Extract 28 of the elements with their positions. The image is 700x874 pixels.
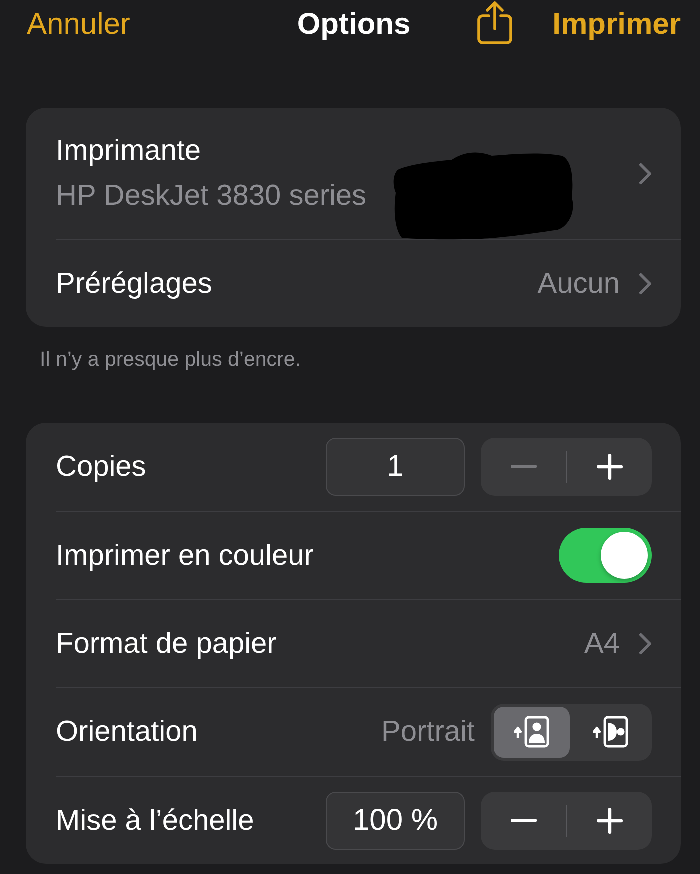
row-label: Orientation [56, 715, 198, 750]
plus-icon [596, 808, 622, 834]
row-label: Imprimante [56, 134, 202, 169]
landscape-orientation-icon [593, 716, 630, 748]
row-value: Portrait [382, 715, 475, 750]
print-button[interactable]: Imprimer [552, 7, 681, 43]
row-label: Copies [56, 450, 146, 485]
plus-icon [596, 454, 622, 480]
chevron-icon [639, 272, 652, 294]
number-field[interactable]: 100 % [326, 792, 465, 850]
chevron-icon [639, 162, 652, 184]
row-label: Format de papier [56, 626, 277, 662]
ink-warning: Il n’y a presque plus d’encre. [40, 348, 301, 372]
printer-name: HP DeskJet 3830 series [56, 179, 367, 214]
number-field[interactable]: 1 [326, 438, 465, 496]
row-label: Mise à l’échelle [56, 804, 254, 838]
row-label: Préréglages [56, 266, 212, 302]
orientation-segment[interactable] [494, 706, 570, 758]
cancel-button[interactable]: Annuler [27, 7, 130, 43]
share-icon[interactable] [476, 1, 513, 45]
minus-icon [510, 465, 536, 469]
row-value: A4 [584, 626, 620, 662]
chevron-icon [639, 632, 652, 654]
nav-title: Options [297, 7, 411, 43]
row-label: Imprimer en couleur [56, 538, 314, 574]
portrait-orientation-icon [514, 716, 550, 748]
minus-icon [510, 818, 536, 822]
row-value: Aucun [538, 266, 620, 302]
